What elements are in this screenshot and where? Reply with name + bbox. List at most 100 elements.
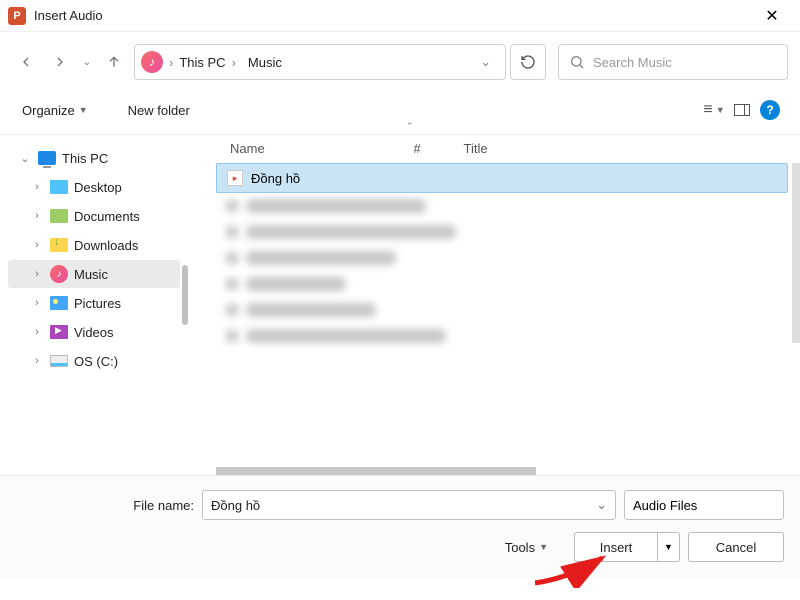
cancel-button[interactable]: Cancel	[688, 532, 784, 562]
tree-music[interactable]: › ♪ Music	[8, 260, 180, 288]
preview-pane-button[interactable]	[728, 96, 756, 124]
powerpoint-icon: P	[8, 7, 26, 25]
column-label: Name	[230, 141, 265, 156]
button-row: Tools▼ Insert ▼ Cancel	[16, 532, 784, 562]
tree-label: Videos	[74, 325, 114, 340]
insert-button-group: Insert ▼	[574, 532, 680, 562]
view-list-button[interactable]: ≡▼	[700, 96, 728, 124]
breadcrumb-this-pc[interactable]: This PC›	[173, 55, 242, 70]
tree-documents[interactable]: › Documents	[8, 202, 180, 230]
search-box[interactable]	[558, 44, 788, 80]
file-row[interactable]	[216, 193, 788, 219]
column-name[interactable]: Name	[230, 141, 430, 156]
main-area: ⌄This PC ›Desktop ›Documents ›Downloads …	[0, 135, 800, 475]
close-button[interactable]: ✕	[752, 6, 792, 26]
file-list: Đồng hồ	[188, 163, 800, 475]
filetype-label: Audio Files	[633, 498, 697, 513]
navigation-tree: ⌄This PC ›Desktop ›Documents ›Downloads …	[0, 135, 188, 475]
tree-label: OS (C:)	[74, 354, 118, 369]
file-row[interactable]	[216, 297, 788, 323]
forward-button[interactable]	[46, 48, 74, 76]
sort-ascending-icon: ⌃	[406, 121, 414, 150]
tree-label: Documents	[74, 209, 140, 224]
drive-icon	[50, 355, 68, 367]
file-scrollbar-horizontal[interactable]	[216, 467, 536, 475]
up-button[interactable]	[100, 48, 128, 76]
back-button[interactable]	[12, 48, 40, 76]
organize-label: Organize	[22, 103, 75, 118]
tree-videos[interactable]: › Videos	[8, 318, 180, 346]
tools-menu[interactable]: Tools▼	[499, 536, 554, 559]
address-bar[interactable]: ♪ › This PC› Music ⌄	[134, 44, 506, 80]
address-dropdown-icon[interactable]: ⌄	[472, 54, 499, 70]
expand-icon[interactable]: ›	[30, 297, 44, 309]
expand-icon[interactable]: ›	[30, 239, 44, 251]
tree-label: Pictures	[74, 296, 121, 311]
filetype-dropdown[interactable]: Audio Files	[624, 490, 784, 520]
column-track-number[interactable]: #	[414, 141, 464, 156]
bottom-panel: File name: Đồng hồ ⌄ Audio Files Tools▼ …	[0, 475, 800, 578]
file-row[interactable]	[216, 219, 788, 245]
breadcrumb-label: This PC	[179, 55, 225, 70]
music-folder-icon: ♪	[141, 51, 163, 73]
window-title: Insert Audio	[34, 8, 752, 23]
tree-this-pc[interactable]: ⌄ This PC	[8, 144, 180, 172]
column-title[interactable]: Title	[464, 141, 788, 156]
tree-os-drive[interactable]: › OS (C:)	[8, 347, 180, 375]
filename-input[interactable]: Đồng hồ ⌄	[202, 490, 616, 520]
navigation-bar: ⌄ ♪ › This PC› Music ⌄	[0, 32, 800, 90]
title-bar: P Insert Audio ✕	[0, 0, 800, 32]
search-input[interactable]	[593, 55, 777, 70]
column-headers: Name ⌃ # Title	[188, 135, 800, 163]
filename-value: Đồng hồ	[211, 498, 260, 513]
tree-label: This PC	[62, 151, 108, 166]
file-row-selected[interactable]: Đồng hồ	[216, 163, 788, 193]
file-scrollbar-vertical[interactable]	[792, 163, 800, 343]
file-row[interactable]	[216, 271, 788, 297]
breadcrumb-label: Music	[248, 55, 282, 70]
refresh-button[interactable]	[510, 44, 546, 80]
collapse-icon[interactable]: ⌄	[18, 152, 32, 165]
new-folder-label: New folder	[128, 103, 190, 118]
insert-label: Insert	[600, 540, 633, 555]
expand-icon[interactable]: ›	[30, 326, 44, 338]
file-row[interactable]	[216, 323, 788, 349]
pictures-icon	[50, 296, 68, 310]
expand-icon[interactable]: ›	[30, 181, 44, 193]
tree-label: Music	[74, 267, 108, 282]
pc-icon	[38, 151, 56, 165]
audio-file-icon	[227, 170, 243, 186]
tree-downloads[interactable]: › Downloads	[8, 231, 180, 259]
insert-dropdown-button[interactable]: ▼	[658, 532, 680, 562]
breadcrumb-music[interactable]: Music	[242, 55, 288, 70]
column-label: Title	[464, 141, 488, 156]
downloads-icon	[50, 238, 68, 252]
expand-icon[interactable]: ›	[30, 268, 44, 280]
tree-pictures[interactable]: › Pictures	[8, 289, 180, 317]
tree-label: Downloads	[74, 238, 138, 253]
music-icon: ♪	[50, 265, 68, 283]
tools-label: Tools	[505, 540, 535, 555]
file-name-label: Đồng hồ	[251, 171, 300, 186]
cancel-label: Cancel	[716, 540, 756, 555]
desktop-icon	[50, 180, 68, 194]
filename-label: File name:	[16, 498, 194, 513]
insert-button[interactable]: Insert	[574, 532, 658, 562]
expand-icon[interactable]: ›	[30, 355, 44, 367]
help-button[interactable]: ?	[756, 96, 784, 124]
expand-icon[interactable]: ›	[30, 210, 44, 222]
recent-dropdown[interactable]: ⌄	[80, 48, 94, 76]
organize-menu[interactable]: Organize▼	[16, 99, 94, 122]
tree-label: Desktop	[74, 180, 122, 195]
filename-row: File name: Đồng hồ ⌄ Audio Files	[16, 490, 784, 520]
file-row[interactable]	[216, 245, 788, 271]
new-folder-button[interactable]: New folder	[122, 99, 196, 122]
help-icon: ?	[760, 100, 780, 120]
file-list-area: Name ⌃ # Title Đồng hồ	[188, 135, 800, 475]
search-icon	[569, 54, 585, 70]
tree-desktop[interactable]: › Desktop	[8, 173, 180, 201]
documents-icon	[50, 209, 68, 223]
filename-dropdown-icon[interactable]: ⌄	[596, 497, 607, 513]
column-label: #	[414, 141, 421, 156]
toolbar: Organize▼ New folder ≡▼ ?	[0, 90, 800, 135]
